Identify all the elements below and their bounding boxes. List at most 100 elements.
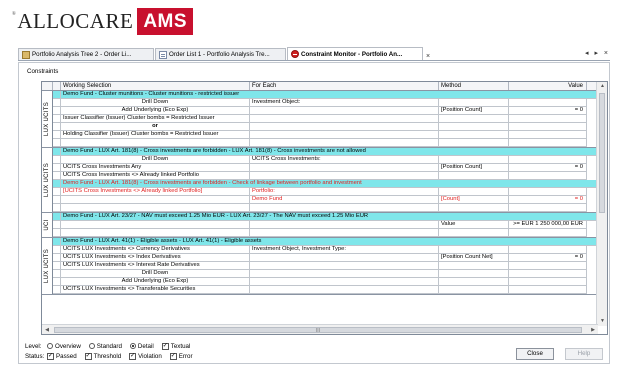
header-side — [42, 82, 53, 90]
row-indicator — [53, 221, 61, 229]
group-side-label: LUX UCITS — [42, 148, 53, 212]
constraint-detail-row[interactable]: Add Underlying (Eco Exp) [Position Count]… — [53, 107, 597, 115]
close-button[interactable]: Close — [516, 348, 554, 360]
col-header-working-selection[interactable]: Working Selection — [61, 82, 250, 90]
col-header-method[interactable]: Method — [439, 82, 509, 90]
row-indicator — [53, 123, 61, 131]
constraint-detail-row[interactable]: Holding Classifier (Issuer) Cluster bomb… — [53, 131, 597, 139]
constraint-detail-row[interactable]: Drill Down Investment Object: — [53, 99, 597, 107]
for-each-cell — [250, 115, 439, 123]
help-button[interactable]: Help — [565, 348, 603, 360]
row-indicator — [53, 172, 61, 180]
textual-checkbox[interactable]: ✓ Textual — [161, 342, 190, 350]
tab-close-icon[interactable]: × — [426, 53, 430, 60]
status-row: Status: ✓ Passed ✓ Threshold ✓ Violation ✓ E… — [25, 351, 201, 361]
checkmark-icon[interactable]: ✓ — [129, 352, 137, 360]
row-indicator — [53, 107, 61, 115]
constraint-detail-row[interactable]: UCITS Cross Investments Any [Position Cou… — [53, 164, 597, 172]
radio-icon[interactable] — [47, 343, 53, 349]
constraint-title-row[interactable]: Demo Fund - LUX Art. 181(8) - Cross inve… — [53, 148, 597, 156]
col-header-for-each[interactable]: For Each — [250, 82, 439, 90]
constraint-detail-row[interactable] — [53, 139, 597, 147]
row-indicator — [53, 115, 61, 123]
constraint-title-row[interactable]: Demo Fund - LUX Art. 41(1) - Eligible as… — [53, 238, 597, 246]
tab-portfolio-analysis-tree[interactable]: Portfolio Analysis Tree 2 - Order Li... — [18, 48, 154, 60]
for-each-cell — [250, 221, 439, 229]
tab-order-list[interactable]: Order List 1 - Portfolio Analysis Tre... — [155, 48, 286, 60]
method-cell: [Count] — [439, 196, 509, 204]
constraint-detail-row[interactable]: UCITS LUX Investments <> Interest Rate D… — [53, 262, 597, 270]
constraint-detail-row[interactable]: or — [53, 123, 597, 131]
working-selection-cell — [61, 204, 250, 212]
constraints-label: Constraints — [27, 68, 59, 75]
scroll-down-icon[interactable]: ▼ — [597, 317, 607, 326]
for-each-cell — [250, 262, 439, 270]
status-violation-checkbox[interactable]: ✓ Violation — [129, 352, 162, 360]
status-label: Status: — [25, 352, 45, 360]
checkmark-icon[interactable]: ✓ — [84, 352, 92, 360]
status-threshold-checkbox[interactable]: ✓ Threshold — [84, 352, 121, 360]
radio-icon[interactable] — [88, 343, 95, 349]
value-cell — [509, 123, 587, 131]
working-selection-cell — [61, 221, 250, 229]
for-each-cell — [250, 123, 439, 131]
constraint-detail-row[interactable]: Issuer Classifier (Issuer) Cluster bombs… — [53, 115, 597, 123]
constraint-title: Demo Fund - LUX Art. 41(1) - Eligible as… — [61, 238, 597, 246]
tab-navigation-controls[interactable]: ◂ ▸ × — [585, 49, 610, 57]
working-selection-cell — [61, 196, 250, 204]
constraint-detail-row[interactable]: Drill Down — [53, 270, 597, 278]
checkmark-icon[interactable]: ✓ — [47, 352, 54, 360]
method-cell: [Position Count] — [439, 164, 509, 172]
working-selection-cell: Drill Down — [61, 156, 250, 164]
col-header-value[interactable]: Value — [509, 82, 587, 90]
radio-selected-icon[interactable] — [129, 343, 136, 349]
method-cell — [439, 188, 509, 196]
scroll-right-icon[interactable]: ▶ — [588, 325, 598, 334]
row-indicator — [53, 286, 61, 294]
constraint-title-row[interactable]: Demo Fund - LUX Art. 181(8) - Cross inve… — [53, 180, 597, 188]
working-selection-cell — [61, 139, 250, 147]
constraint-detail-row[interactable]: Demo Fund [Count] = 0 — [53, 196, 597, 204]
method-cell — [439, 156, 509, 164]
value-cell — [509, 139, 587, 147]
constraint-detail-row[interactable] — [53, 229, 597, 237]
constraint-group: LUX UCITS Demo Fund - LUX Art. 181(8) - C… — [42, 148, 597, 213]
value-cell — [509, 204, 587, 212]
constraint-title: Demo Fund - LUX Art. 181(8) - Cross inve… — [61, 148, 597, 156]
constraint-detail-row[interactable]: UCITS LUX Investments <> Currency Deriva… — [53, 246, 597, 254]
status-error-checkbox[interactable]: ✓ Error — [169, 352, 193, 360]
allocare-logo: ®ALLOCARE AMS — [12, 7, 194, 35]
level-standard-radio[interactable]: Standard — [88, 343, 122, 350]
horizontal-scrollbar[interactable]: ◀ III ▶ — [42, 324, 598, 334]
tab-constraint-monitor[interactable]: Constraint Monitor - Portfolio An... — [287, 47, 423, 60]
checkmark-icon[interactable]: ✓ — [161, 342, 169, 350]
constraint-detail-row[interactable]: [UCITS Cross Investments <> Already link… — [53, 188, 597, 196]
row-indicator — [53, 99, 61, 107]
constraint-detail-row[interactable]: Add Underlying (Eco Exp) — [53, 278, 597, 286]
for-each-cell: Investment Object: — [250, 99, 439, 107]
constraint-title-row[interactable]: Demo Fund - LUX Art. 23/27 - NAV must ex… — [53, 213, 597, 221]
constraint-detail-row[interactable]: UCITS Cross Investments <> Already linke… — [53, 172, 597, 180]
value-cell — [509, 172, 587, 180]
scroll-left-icon[interactable]: ◀ — [42, 325, 52, 334]
level-detail-radio[interactable]: Detail — [129, 343, 154, 350]
constraint-detail-row[interactable] — [53, 204, 597, 212]
constraint-detail-row[interactable]: UCITS LUX Investments <> Index Derivativ… — [53, 254, 597, 262]
vertical-scroll-thumb[interactable] — [599, 93, 605, 213]
row-indicator — [53, 196, 61, 204]
constraint-detail-row[interactable]: Value >= EUR 1 250 000,00 EUR — [53, 221, 597, 229]
scroll-up-icon[interactable]: ▲ — [597, 82, 607, 91]
vertical-scrollbar[interactable]: ▲ ▼ — [596, 82, 607, 326]
method-cell — [439, 99, 509, 107]
horizontal-scroll-thumb[interactable]: III — [54, 327, 582, 334]
constraint-title-row[interactable]: Demo Fund - Cluster munitions - Cluster … — [53, 91, 597, 99]
constraint-detail-row[interactable]: UCITS LUX Investments <> Transferable Se… — [53, 286, 597, 294]
row-indicator — [53, 213, 61, 221]
status-passed-checkbox[interactable]: ✓ Passed — [47, 352, 77, 360]
constraint-detail-row[interactable]: Drill Down UCITS Cross Investments: — [53, 156, 597, 164]
checkmark-icon[interactable]: ✓ — [169, 352, 177, 360]
working-selection-cell: or — [61, 123, 250, 131]
level-overview-radio[interactable]: Overview — [47, 343, 81, 350]
value-cell — [509, 99, 587, 107]
value-cell: >= EUR 1 250 000,00 EUR — [509, 221, 587, 229]
